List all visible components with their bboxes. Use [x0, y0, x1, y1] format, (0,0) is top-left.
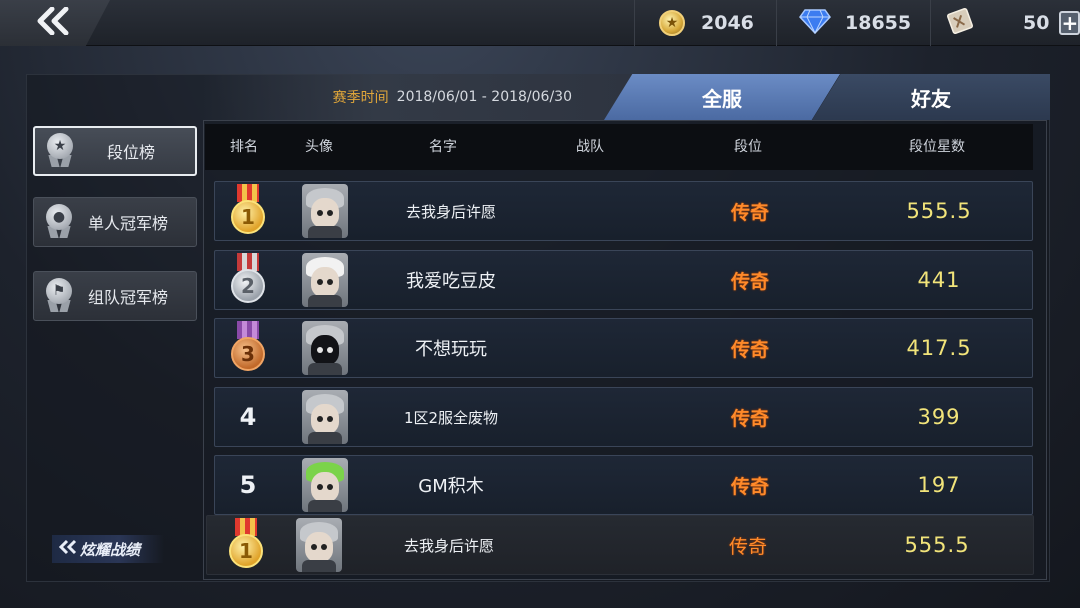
diamond-value: 18655: [845, 12, 912, 34]
top-bar: ★ 2046 18655 50 +: [0, 0, 1080, 46]
rank-cell: 1: [229, 516, 263, 574]
bronze-medal-icon: 3: [231, 321, 265, 375]
gold-coin-icon: ★: [659, 10, 685, 36]
season-range: 2018/06/01 - 2018/06/30: [396, 89, 572, 105]
tier-label: 传奇: [730, 407, 770, 430]
sidebar-item-team-champion[interactable]: ⚑ 组队冠军榜: [33, 271, 197, 321]
my-rank-row[interactable]: 1 去我身后许愿 传奇 555.5: [206, 515, 1034, 575]
show-off-record-label: 炫耀战绩: [80, 540, 141, 559]
season-bar: 赛季时间 2018/06/01 - 2018/06/30: [200, 74, 640, 120]
header-team: 战队: [576, 139, 604, 155]
tab-friends-label: 好友: [911, 86, 951, 111]
star-count: 197: [917, 473, 961, 497]
avatar[interactable]: [302, 388, 348, 446]
table-row[interactable]: 1 去我身后许愿 传奇 555.5: [214, 181, 1033, 241]
rank-cell: 1: [231, 182, 265, 240]
tab-friends[interactable]: 好友: [812, 74, 1050, 120]
plus-icon[interactable]: +: [1059, 11, 1080, 35]
header-tier: 段位: [734, 139, 762, 155]
diamond-icon: [799, 8, 831, 38]
tier-label: 传奇: [730, 270, 770, 293]
gold-value: 2046: [701, 12, 754, 34]
star-count: 555.5: [906, 199, 972, 223]
table-row[interactable]: 4 1区2服全废物 传奇 399: [214, 387, 1033, 447]
avatar-image: [302, 253, 348, 307]
player-name: GM积木: [418, 476, 484, 497]
table-row[interactable]: 2 我爱吃豆皮 传奇 441: [214, 250, 1033, 310]
rank-cell: 2: [231, 251, 265, 309]
star-count: 399: [917, 405, 961, 429]
avatar[interactable]: [302, 456, 348, 514]
player-name: 去我身后许愿: [403, 536, 495, 555]
player-name: 我爱吃豆皮: [406, 271, 496, 292]
star-count: 417.5: [906, 336, 972, 360]
header-name: 名字: [429, 139, 457, 155]
avatar-image: [302, 321, 348, 375]
sidebar-item-rank-board[interactable]: ★ 段位榜: [33, 126, 197, 176]
sidebar-item-solo-champion[interactable]: ● 单人冠军榜: [33, 197, 197, 247]
tab-all-server[interactable]: 全服: [604, 74, 840, 120]
star-count: 441: [917, 268, 961, 292]
season-label: 赛季时间: [332, 90, 389, 106]
player-name: 去我身后许愿: [405, 202, 497, 221]
gold-medal-icon: 1: [229, 518, 263, 572]
double-chevron-left-icon: [58, 539, 78, 559]
avatar-image: [302, 390, 348, 444]
ticket-icon: [945, 7, 975, 39]
player-name: 不想玩玩: [415, 339, 487, 360]
sidebar-item-label: 段位榜: [107, 143, 156, 162]
rank-number: 4: [239, 403, 257, 431]
tier-label: 传奇: [728, 535, 768, 558]
rank-cell: 3: [231, 319, 265, 377]
gold-medal-icon: 1: [231, 184, 265, 238]
gold-counter: ★ 2046: [634, 0, 776, 46]
avatar-image: [296, 518, 342, 572]
header-rank: 排名: [230, 139, 258, 155]
table-row[interactable]: 5 GM积木 传奇 197: [214, 455, 1033, 515]
tab-all-server-label: 全服: [702, 86, 742, 111]
sidebar-item-label: 单人冠军榜: [88, 214, 169, 233]
avatar-image: [302, 458, 348, 512]
avatar[interactable]: [302, 251, 348, 309]
rank-number: 5: [239, 471, 257, 499]
team-medal-icon: ⚑: [44, 278, 74, 314]
avatar[interactable]: [302, 319, 348, 377]
sidebar-item-label: 组队冠军榜: [88, 288, 169, 307]
avatar[interactable]: [296, 516, 342, 574]
header-avatar: 头像: [305, 139, 333, 155]
show-off-record-button[interactable]: 炫耀战绩: [52, 535, 164, 563]
rank-medal-icon: ★: [45, 133, 75, 169]
diamond-counter: 18655: [776, 0, 930, 46]
tier-label: 传奇: [730, 338, 770, 361]
table-row[interactable]: 3 不想玩玩 传奇 417.5: [214, 318, 1033, 378]
avatar-image: [302, 184, 348, 238]
back-button[interactable]: [0, 0, 110, 46]
star-count: 555.5: [904, 533, 970, 557]
header-stars: 段位星数: [909, 139, 965, 155]
table-header: 排名 头像 名字 战队 段位 段位星数: [205, 124, 1033, 170]
silver-medal-icon: 2: [231, 253, 265, 307]
double-chevron-left-icon: [36, 6, 72, 39]
tier-label: 传奇: [730, 201, 770, 224]
player-name: 1区2服全废物: [403, 408, 499, 427]
ticket-counter: 50 +: [930, 0, 1080, 46]
tier-label: 传奇: [730, 475, 770, 498]
avatar[interactable]: [302, 182, 348, 240]
solo-medal-icon: ●: [44, 204, 74, 240]
ticket-value: 50: [1023, 12, 1050, 34]
